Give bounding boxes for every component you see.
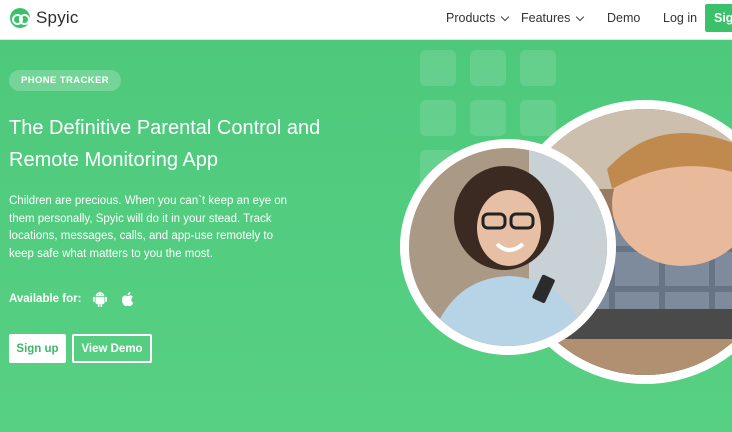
nav-login-label: Log in bbox=[663, 11, 698, 25]
view-demo-button[interactable]: View Demo bbox=[72, 334, 152, 363]
apple-icon[interactable] bbox=[119, 290, 137, 308]
chevron-down-icon bbox=[576, 12, 585, 21]
woman-with-phone-photo bbox=[400, 139, 616, 355]
nav-products[interactable]: Products bbox=[446, 11, 510, 25]
available-label: Available for: bbox=[9, 293, 82, 305]
top-navbar: Spyic Products Features Demo Log in Sig bbox=[0, 0, 732, 40]
chevron-down-icon bbox=[501, 12, 510, 21]
nav-signup-button[interactable]: Sig bbox=[705, 4, 732, 32]
nav-features-label: Features bbox=[521, 11, 571, 25]
hero-headline: The Definitive Parental Control and Remo… bbox=[9, 112, 369, 176]
phone-tracker-badge: PHONE TRACKER bbox=[9, 70, 122, 91]
signup-button[interactable]: Sign up bbox=[9, 334, 66, 363]
hero-section: PHONE TRACKER The Definitive Parental Co… bbox=[0, 40, 732, 432]
nav-demo-label: Demo bbox=[607, 11, 641, 25]
brand-logo[interactable]: Spyic bbox=[10, 8, 79, 28]
brand-name: Spyic bbox=[36, 8, 79, 27]
hero-description: Children are precious. When you can`t ke… bbox=[9, 195, 288, 260]
nav-login[interactable]: Log in bbox=[663, 11, 697, 25]
nav-products-label: Products bbox=[446, 11, 496, 25]
nav-demo[interactable]: Demo bbox=[607, 11, 640, 25]
hero-headline-line1: The Definitive Parental Control and bbox=[9, 117, 321, 139]
nav-features[interactable]: Features bbox=[521, 11, 585, 25]
woman-photo-illustration bbox=[409, 148, 607, 346]
android-icon[interactable] bbox=[91, 290, 109, 308]
infinity-logo-icon bbox=[10, 8, 30, 28]
hero-headline-line2: Remote Monitoring App bbox=[9, 149, 219, 171]
available-platforms: Available for: bbox=[9, 290, 137, 308]
